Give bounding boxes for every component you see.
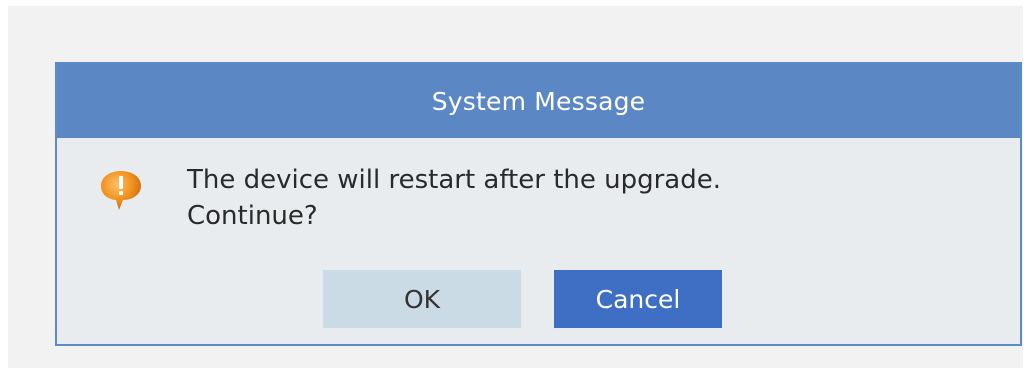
- warning-icon: [97, 168, 145, 214]
- dialog-title-bar: System Message: [57, 64, 1020, 138]
- ok-button[interactable]: OK: [323, 270, 521, 328]
- system-message-dialog: System Message The device will restart a…: [55, 62, 1022, 346]
- dialog-title: System Message: [431, 86, 646, 116]
- message-line-1: The device will restart after the upgrad…: [187, 165, 722, 195]
- dialog-message: The device will restart after the upgrad…: [187, 162, 721, 234]
- message-line-2: Continue?: [187, 201, 318, 231]
- cancel-button[interactable]: Cancel: [554, 270, 722, 328]
- dialog-body: The device will restart after the upgrad…: [57, 138, 1020, 344]
